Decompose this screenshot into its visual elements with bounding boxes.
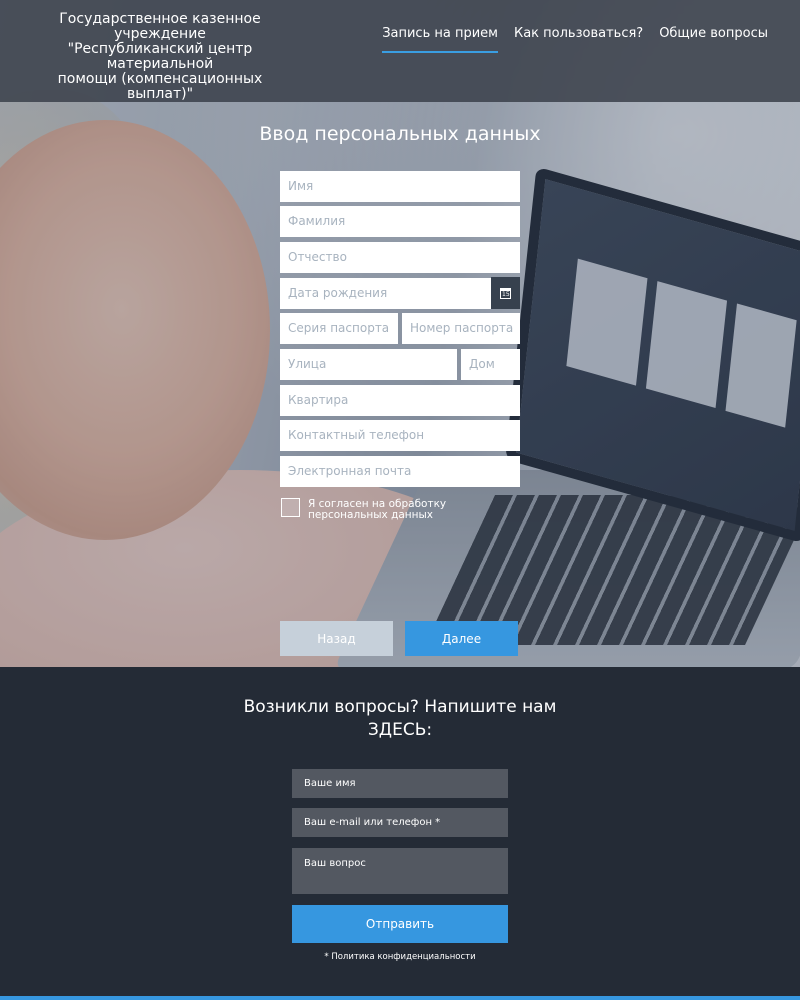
email-input[interactable]: [280, 456, 520, 487]
next-button[interactable]: Далее: [405, 621, 518, 656]
nav-item-appointment[interactable]: Запись на прием: [382, 26, 498, 53]
calendar-icon: 15: [500, 287, 511, 299]
contact-name-input[interactable]: [292, 769, 508, 798]
org-title-line: "Республиканский центр: [67, 41, 253, 57]
calendar-button[interactable]: 15: [491, 277, 520, 309]
patronymic-input[interactable]: [280, 242, 520, 273]
header: Государственное казенное учреждение "Рес…: [0, 0, 800, 102]
privacy-policy-link[interactable]: * Политика конфиденциальности: [0, 952, 800, 962]
house-input[interactable]: [461, 349, 520, 380]
bottom-accent-line: [0, 996, 800, 1000]
birth-date-input[interactable]: [280, 278, 491, 309]
org-title-line: Государственное казенное: [59, 11, 261, 27]
org-title-line: помощи (компенсационных выплат)": [57, 71, 263, 102]
back-button[interactable]: Назад: [280, 621, 393, 656]
passport-series-input[interactable]: [280, 313, 398, 344]
contact-title: Возникли вопросы? Напишите нам ЗДЕСЬ:: [0, 696, 800, 742]
nav-item-how-to-use[interactable]: Как пользоваться?: [514, 26, 643, 53]
contact-title-line: ЗДЕСЬ:: [367, 720, 433, 740]
consent-label: Я согласен на обработку персональных дан…: [308, 498, 447, 521]
main-nav: Запись на прием Как пользоваться? Общие …: [382, 26, 768, 53]
first-name-input[interactable]: [280, 171, 520, 202]
organization-title: Государственное казенное учреждение "Рес…: [30, 12, 290, 102]
form-title: Ввод персональных данных: [259, 123, 541, 145]
street-input[interactable]: [280, 349, 457, 380]
org-title-line: материальной: [106, 56, 214, 72]
calendar-day: 15: [502, 290, 510, 298]
contact-question-textarea[interactable]: [292, 848, 508, 894]
phone-input[interactable]: [280, 420, 520, 451]
apartment-input[interactable]: [280, 385, 520, 416]
nav-item-general-questions[interactable]: Общие вопросы: [659, 26, 768, 53]
org-title-line: учреждение: [114, 26, 206, 42]
contact-title-line: Возникли вопросы? Напишите нам: [243, 697, 557, 717]
consent-checkbox[interactable]: [281, 498, 300, 517]
send-button[interactable]: Отправить: [292, 905, 508, 943]
contact-email-phone-input[interactable]: [292, 808, 508, 837]
passport-number-input[interactable]: [402, 313, 520, 344]
last-name-input[interactable]: [280, 206, 520, 237]
